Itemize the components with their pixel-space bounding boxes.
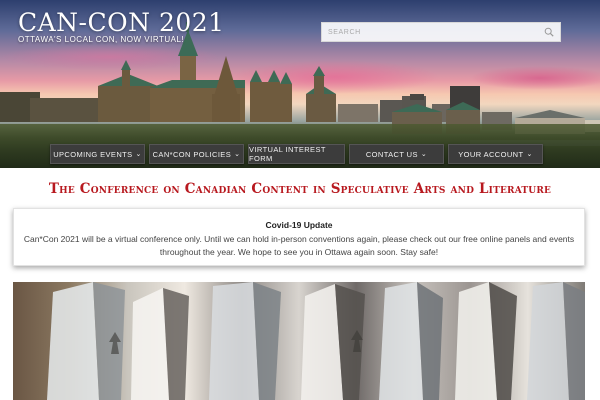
page-title: The Conference on Canadian Content in Sp… xyxy=(48,181,552,197)
notice-body: Can*Con 2021 will be a virtual conferenc… xyxy=(14,233,584,259)
nav-item-label: CONTACT US xyxy=(365,149,418,159)
covid-notice: Covid-19 Update Can*Con 2021 will be a v… xyxy=(13,208,585,266)
site-tagline: OTTAWA'S LOCAL CON, NOW VIRTUAL! xyxy=(18,35,185,44)
chevron-down-icon: ⌄ xyxy=(234,151,241,158)
nav-item-label: VIRTUAL INTEREST FORM xyxy=(249,145,326,163)
search-box xyxy=(321,22,561,42)
chevron-down-icon: ⌄ xyxy=(135,151,142,158)
nav-item-label: UPCOMING EVENTS xyxy=(53,149,133,159)
award-trophies-image xyxy=(13,282,585,400)
site-title[interactable]: CAN-CON 2021 xyxy=(18,8,225,37)
chevron-down-icon: ⌄ xyxy=(420,151,428,158)
nav-item-virtual-interest-form[interactable]: VIRTUAL INTEREST FORM xyxy=(248,144,345,164)
notice-body-line: Can*Con 2021 will be a virtual conferenc… xyxy=(23,234,575,244)
header-banner: CAN-CON 2021 OTTAWA'S LOCAL CON, NOW VIR… xyxy=(0,0,600,168)
nav-item-upcoming-events[interactable]: UPCOMING EVENTS ⌄ xyxy=(50,144,145,164)
nav-item-your-account[interactable]: YOUR ACCOUNT ⌄ xyxy=(448,144,543,164)
notice-body-line: throughout the year. We hope to see you … xyxy=(159,247,439,257)
nav-item-cancon-policies[interactable]: CAN*CON POLICIES ⌄ xyxy=(149,144,244,164)
nav-item-contact-us[interactable]: CONTACT US ⌄ xyxy=(349,144,444,164)
search-input[interactable] xyxy=(322,23,538,41)
trophy-illustration xyxy=(47,282,585,400)
chevron-down-icon: ⌄ xyxy=(526,151,533,158)
main-nav: UPCOMING EVENTS ⌄ CAN*CON POLICIES ⌄ VIRTU… xyxy=(0,144,600,164)
notice-title: Covid-19 Update xyxy=(265,220,333,230)
nav-item-label: YOUR ACCOUNT xyxy=(458,149,524,159)
nav-item-label: CAN*CON POLICIES xyxy=(152,149,232,159)
search-icon[interactable] xyxy=(544,27,554,37)
